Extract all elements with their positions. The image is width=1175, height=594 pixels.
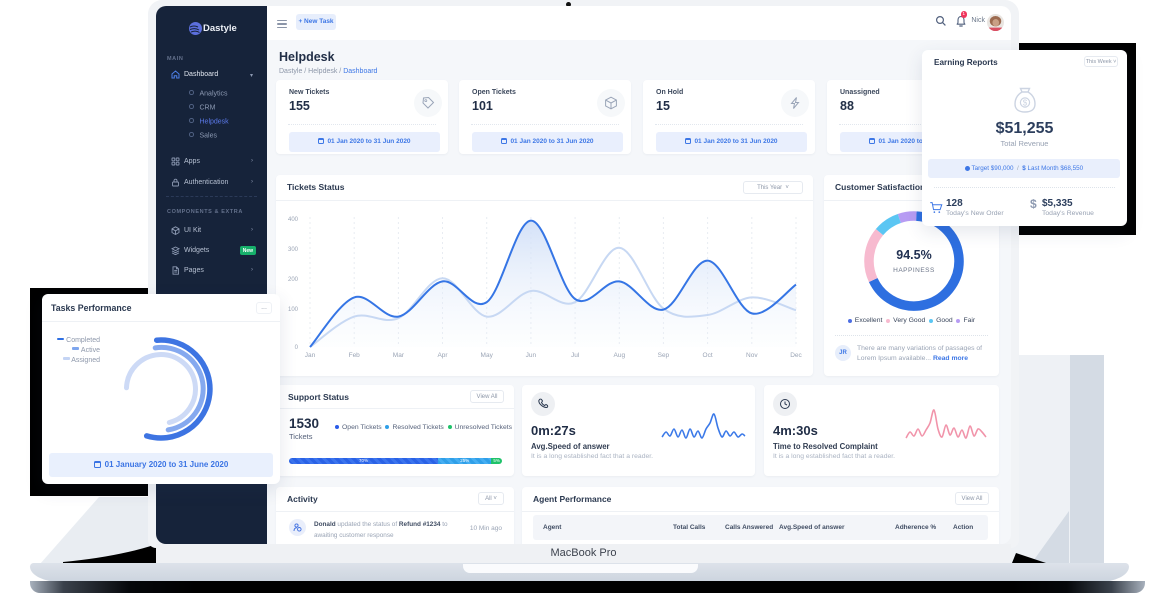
svg-text:Feb: Feb bbox=[349, 352, 361, 359]
svg-text:May: May bbox=[481, 352, 494, 359]
svg-text:94.5%: 94.5% bbox=[896, 248, 931, 262]
svg-text:Jul: Jul bbox=[571, 352, 580, 359]
svg-text:200: 200 bbox=[288, 277, 299, 283]
svg-text:Jan: Jan bbox=[305, 352, 316, 359]
svg-text:$: $ bbox=[1023, 98, 1028, 107]
svg-text:0: 0 bbox=[295, 345, 299, 351]
svg-text:Apr: Apr bbox=[437, 352, 448, 359]
svg-text:300: 300 bbox=[288, 247, 299, 253]
svg-text:100: 100 bbox=[288, 307, 299, 313]
svg-text:Nov: Nov bbox=[746, 352, 758, 359]
svg-text:Oct: Oct bbox=[703, 352, 713, 359]
svg-text:Dec: Dec bbox=[790, 352, 802, 359]
svg-text:Sep: Sep bbox=[658, 352, 670, 359]
svg-text:400: 400 bbox=[288, 217, 299, 223]
svg-text:HAPPINESS: HAPPINESS bbox=[893, 267, 935, 274]
svg-text:Aug: Aug bbox=[614, 352, 626, 359]
svg-text:Mar: Mar bbox=[393, 352, 405, 359]
svg-text:Jun: Jun bbox=[526, 352, 537, 359]
